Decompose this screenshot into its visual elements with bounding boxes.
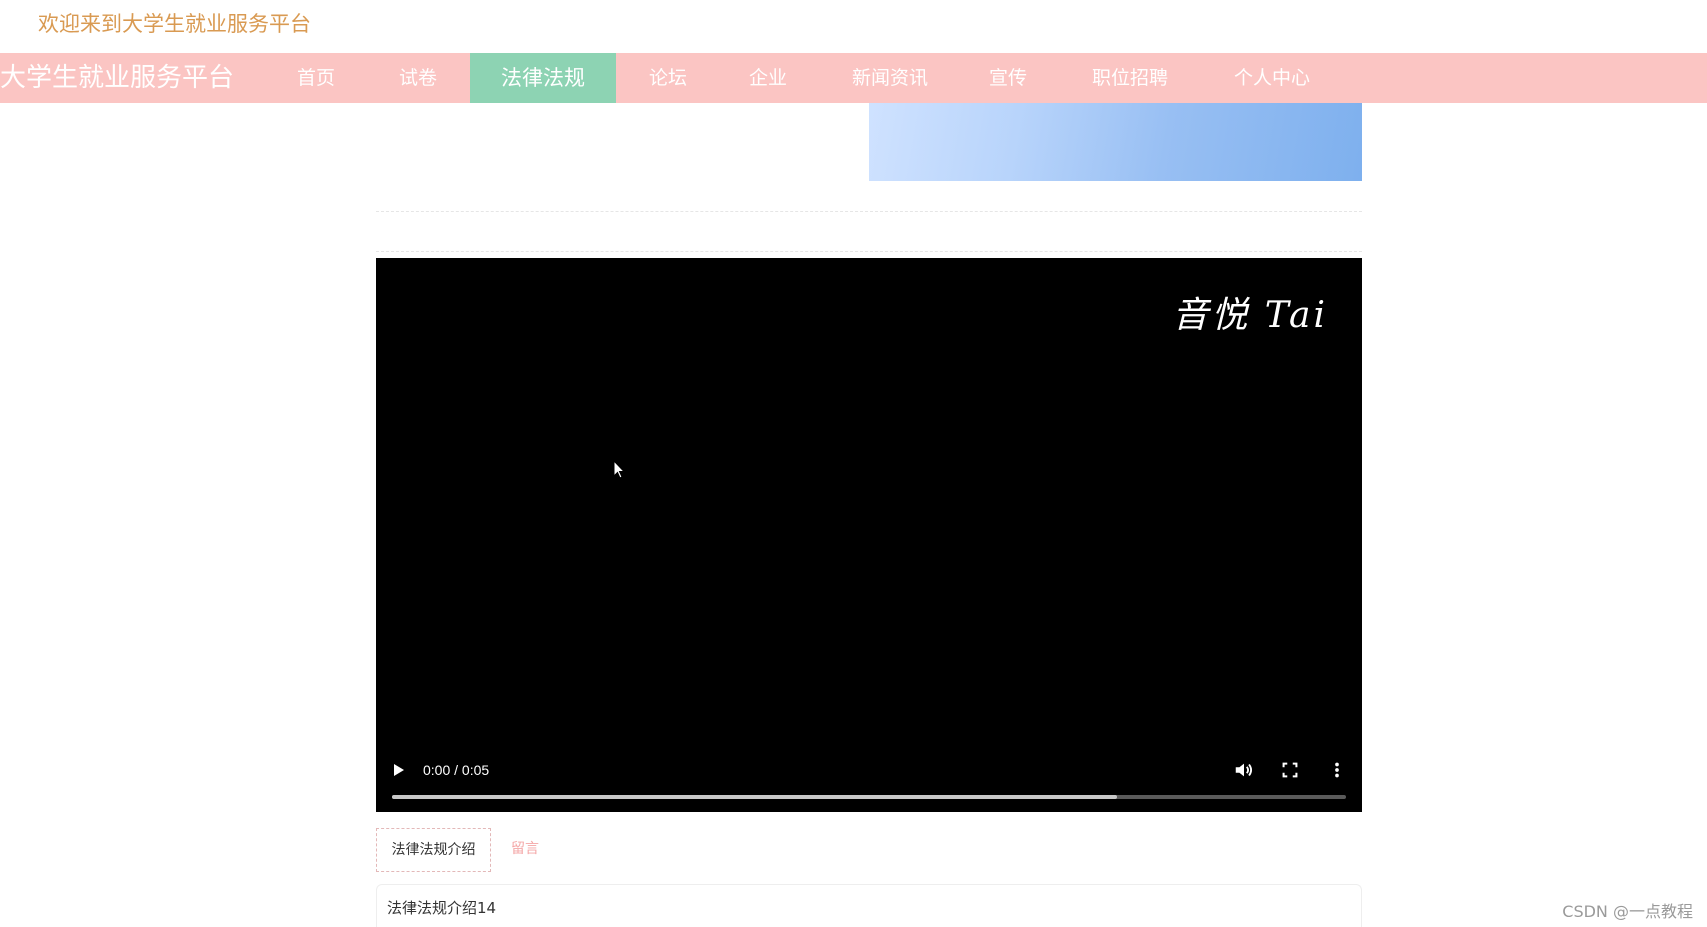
video-player[interactable]: 音悦 Tai 0:00 / 0:05 [376,258,1362,812]
tab-comments[interactable]: 留言 [500,828,550,870]
nav-item-home[interactable]: 首页 [266,53,366,103]
site-brand[interactable]: 大学生就业服务平台 [0,53,234,103]
more-options-icon[interactable] [1326,759,1348,781]
tab-law-intro[interactable]: 法律法规介绍 [376,828,491,872]
welcome-text: 欢迎来到大学生就业服务平台 [38,12,311,36]
mouse-cursor-icon [613,460,626,479]
nav-item-exam[interactable]: 试卷 [368,53,468,103]
nav-item-laws[interactable]: 法律法规 [470,53,616,103]
top-navbar: 大学生就业服务平台 首页 试卷 法律法规 论坛 企业 新闻资讯 宣传 职位招聘 … [0,53,1707,103]
csdn-watermark: CSDN @一点教程 [1562,902,1693,921]
time-display: 0:00 / 0:05 [423,762,490,778]
content-panel: 法律法规介绍14 [376,884,1362,927]
play-icon[interactable] [394,764,404,776]
nav-item-company[interactable]: 企业 [718,53,818,103]
video-progress-bar[interactable] [392,795,1346,799]
content-text: 法律法规介绍14 [387,899,497,917]
nav-item-forum[interactable]: 论坛 [618,53,718,103]
video-controls: 0:00 / 0:05 [376,742,1362,812]
buffered-fill [392,795,1118,799]
divider [376,211,1362,212]
nav-item-jobs[interactable]: 职位招聘 [1070,53,1190,103]
volume-icon[interactable] [1233,759,1255,781]
video-overlay-logo: 音悦 Tai [1172,295,1328,336]
page: 欢迎来到大学生就业服务平台 大学生就业服务平台 首页 试卷 法律法规 论坛 企业… [0,0,1707,927]
banner-image [869,103,1362,181]
nav-item-news[interactable]: 新闻资讯 [830,53,950,103]
fullscreen-icon[interactable] [1279,759,1301,781]
nav-item-promotion[interactable]: 宣传 [958,53,1058,103]
divider [376,251,1362,252]
nav-item-profile[interactable]: 个人中心 [1212,53,1332,103]
